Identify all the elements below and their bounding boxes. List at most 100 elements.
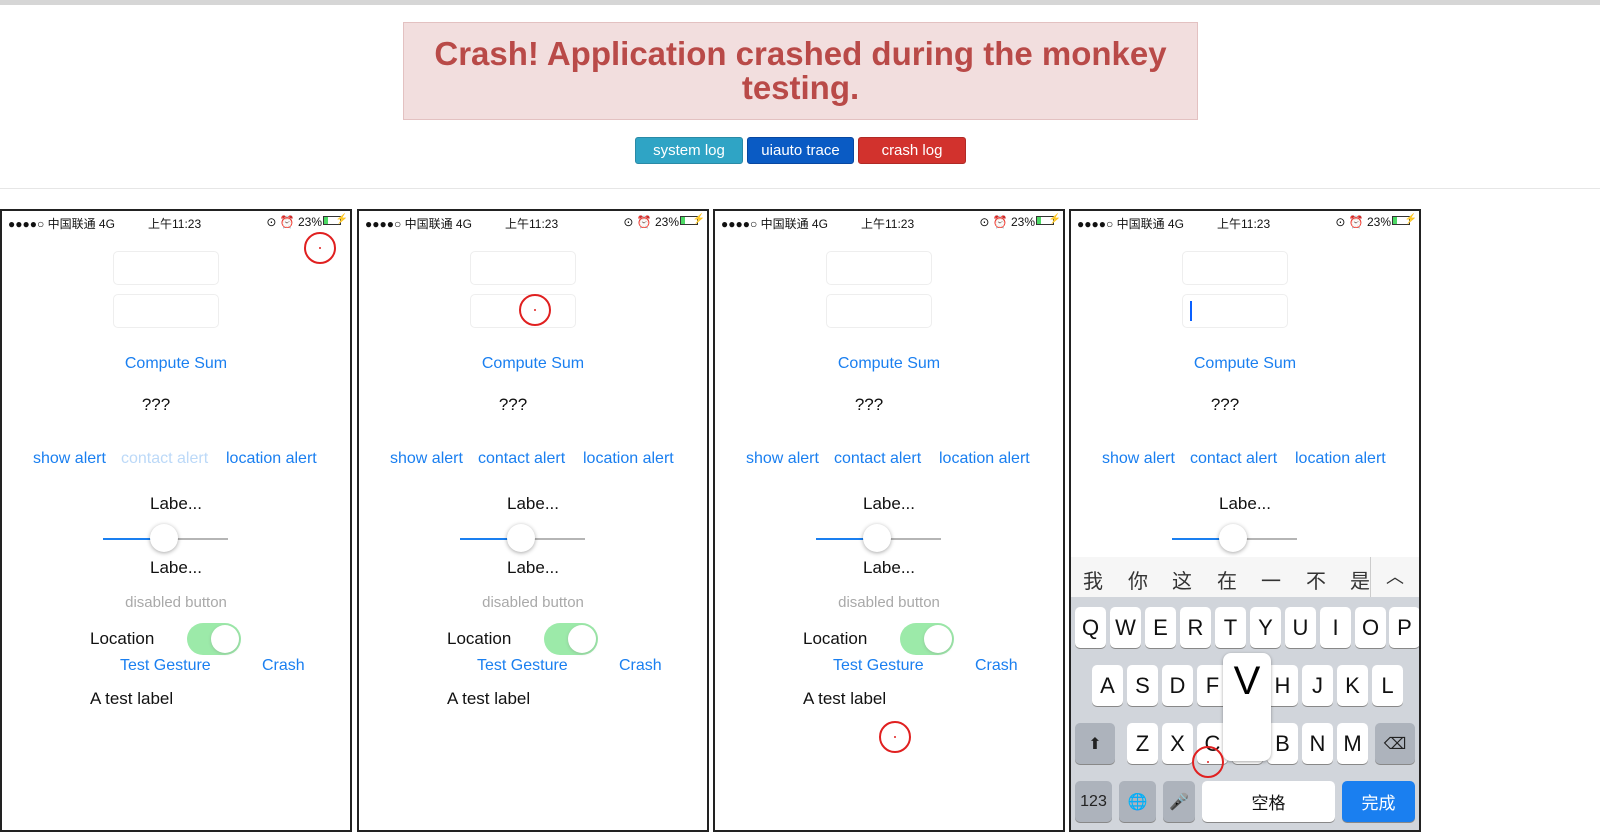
key[interactable]: H — [1267, 665, 1298, 706]
globe-icon[interactable]: 🌐 — [1119, 781, 1156, 822]
crash-button[interactable]: Crash — [975, 657, 1018, 675]
status-time: 上午11:23 — [148, 217, 202, 231]
compute-sum-button[interactable]: Compute Sum — [359, 355, 707, 373]
candidate-word[interactable]: 你 — [1128, 565, 1148, 594]
status-bar: ●●●●○ 中国联通 4G 上午11:23 ⊙ ⏰ 23% ⚡ — [359, 211, 707, 231]
status-bar: ●●●●○ 中国联通 4G 上午11:23 ⊙ ⏰ 23% ⚡ — [1071, 211, 1419, 231]
show-alert-button[interactable]: show alert — [1102, 450, 1175, 468]
label-bottom: Labe... — [507, 558, 559, 577]
number-field-a[interactable] — [826, 251, 932, 285]
key[interactable]: K — [1337, 665, 1368, 706]
label-top: Labe... — [1219, 494, 1271, 513]
done-key[interactable]: 完成 — [1342, 781, 1415, 822]
show-alert-button[interactable]: show alert — [33, 450, 106, 468]
candidate-word[interactable]: 在 — [1217, 565, 1237, 594]
sum-result: ??? — [498, 395, 528, 414]
candidate-word[interactable]: 一 — [1261, 565, 1281, 594]
location-alert-button[interactable]: location alert — [226, 450, 317, 468]
show-alert-button[interactable]: show alert — [390, 450, 463, 468]
key[interactable]: W — [1110, 607, 1141, 648]
key[interactable]: D — [1162, 665, 1193, 706]
candidate-word[interactable]: 我 — [1083, 565, 1103, 594]
number-field-a[interactable] — [1182, 251, 1288, 285]
divider — [0, 188, 1600, 189]
slider-knob[interactable] — [150, 524, 178, 552]
key[interactable]: O — [1355, 607, 1386, 648]
charging-icon: ⚡ — [1048, 214, 1061, 225]
compute-sum-button[interactable]: Compute Sum — [2, 355, 350, 373]
key[interactable]: B — [1267, 723, 1298, 764]
shift-key-icon[interactable]: ⬆ — [1075, 723, 1115, 764]
key[interactable]: Y — [1250, 607, 1281, 648]
candidate-word[interactable]: 不 — [1306, 565, 1326, 594]
test-gesture-button[interactable]: Test Gesture — [833, 657, 924, 675]
number-field-b[interactable] — [113, 294, 219, 328]
slider-knob[interactable] — [863, 524, 891, 552]
key[interactable]: P — [1389, 607, 1419, 648]
candidate-word[interactable]: 是 — [1350, 565, 1370, 594]
slider-knob[interactable] — [507, 524, 535, 552]
candidate-word[interactable]: 这 — [1172, 565, 1192, 594]
key[interactable]: J — [1302, 665, 1333, 706]
tap-marker — [304, 232, 336, 264]
number-field-b[interactable] — [826, 294, 932, 328]
top-border — [0, 0, 1600, 5]
uiauto-trace-button[interactable]: uiauto trace — [747, 137, 854, 164]
slider-knob[interactable] — [1219, 524, 1247, 552]
key[interactable]: L — [1372, 665, 1403, 706]
key[interactable]: U — [1285, 607, 1316, 648]
test-gesture-button[interactable]: Test Gesture — [477, 657, 568, 675]
screenshot-frame-2[interactable]: ●●●●○ 中国联通 4G 上午11:23 ⊙ ⏰ 23% ⚡ Compute … — [357, 209, 709, 832]
screenshot-frame-4[interactable]: ●●●●○ 中国联通 4G 上午11:23 ⊙ ⏰ 23% ⚡ Compute … — [1069, 209, 1421, 832]
location-switch[interactable] — [900, 623, 954, 655]
show-alert-button[interactable]: show alert — [746, 450, 819, 468]
status-right: ⊙ ⏰ 23% — [623, 215, 679, 229]
key[interactable]: M — [1337, 723, 1368, 764]
label-top: Labe... — [150, 494, 202, 513]
screenshot-frame-3[interactable]: ●●●●○ 中国联通 4G 上午11:23 ⊙ ⏰ 23% ⚡ Compute … — [713, 209, 1065, 832]
key[interactable]: E — [1145, 607, 1176, 648]
key[interactable]: S — [1127, 665, 1158, 706]
contact-alert-button[interactable]: contact alert — [121, 450, 208, 468]
key[interactable]: Z — [1127, 723, 1158, 764]
space-key[interactable]: 空格 — [1202, 781, 1335, 822]
crash-button[interactable]: Crash — [619, 657, 662, 675]
numbers-key[interactable]: 123 — [1075, 781, 1112, 822]
slider[interactable] — [460, 524, 585, 552]
screenshot-frame-1[interactable]: ●●●●○ 中国联通 4G 上午11:23 ⊙ ⏰ 23% ⚡ Compute … — [0, 209, 352, 832]
carrier-signal: ●●●●○ 中国联通 4G — [8, 217, 115, 231]
key-preview-popup: V — [1223, 653, 1271, 761]
carrier-signal: ●●●●○ 中国联通 4G — [721, 217, 828, 231]
key[interactable]: Q — [1075, 607, 1106, 648]
crash-button[interactable]: Crash — [262, 657, 305, 675]
location-switch[interactable] — [544, 623, 598, 655]
contact-alert-button[interactable]: contact alert — [834, 450, 921, 468]
chevron-up-icon[interactable]: ︿ — [1370, 557, 1419, 597]
contact-alert-button[interactable]: contact alert — [1190, 450, 1277, 468]
slider[interactable] — [816, 524, 941, 552]
test-gesture-button[interactable]: Test Gesture — [120, 657, 211, 675]
log-button-group: system log uiauto trace crash log — [0, 137, 1600, 165]
slider[interactable] — [103, 524, 228, 552]
backspace-key-icon[interactable]: ⌫ — [1375, 723, 1415, 764]
microphone-icon[interactable]: 🎤 — [1163, 781, 1195, 822]
compute-sum-button[interactable]: Compute Sum — [1071, 355, 1419, 373]
key[interactable]: A — [1092, 665, 1123, 706]
number-field-b[interactable] — [1182, 294, 1288, 328]
key[interactable]: N — [1302, 723, 1333, 764]
key[interactable]: X — [1162, 723, 1193, 764]
location-alert-button[interactable]: location alert — [583, 450, 674, 468]
number-field-a[interactable] — [113, 251, 219, 285]
location-alert-button[interactable]: location alert — [1295, 450, 1386, 468]
contact-alert-button[interactable]: contact alert — [478, 450, 565, 468]
system-log-button[interactable]: system log — [635, 137, 743, 164]
number-field-a[interactable] — [470, 251, 576, 285]
location-alert-button[interactable]: location alert — [939, 450, 1030, 468]
key[interactable]: T — [1215, 607, 1246, 648]
location-switch[interactable] — [187, 623, 241, 655]
key[interactable]: I — [1320, 607, 1351, 648]
key[interactable]: R — [1180, 607, 1211, 648]
slider[interactable] — [1172, 524, 1297, 552]
crash-log-button[interactable]: crash log — [858, 137, 966, 164]
compute-sum-button[interactable]: Compute Sum — [715, 355, 1063, 373]
